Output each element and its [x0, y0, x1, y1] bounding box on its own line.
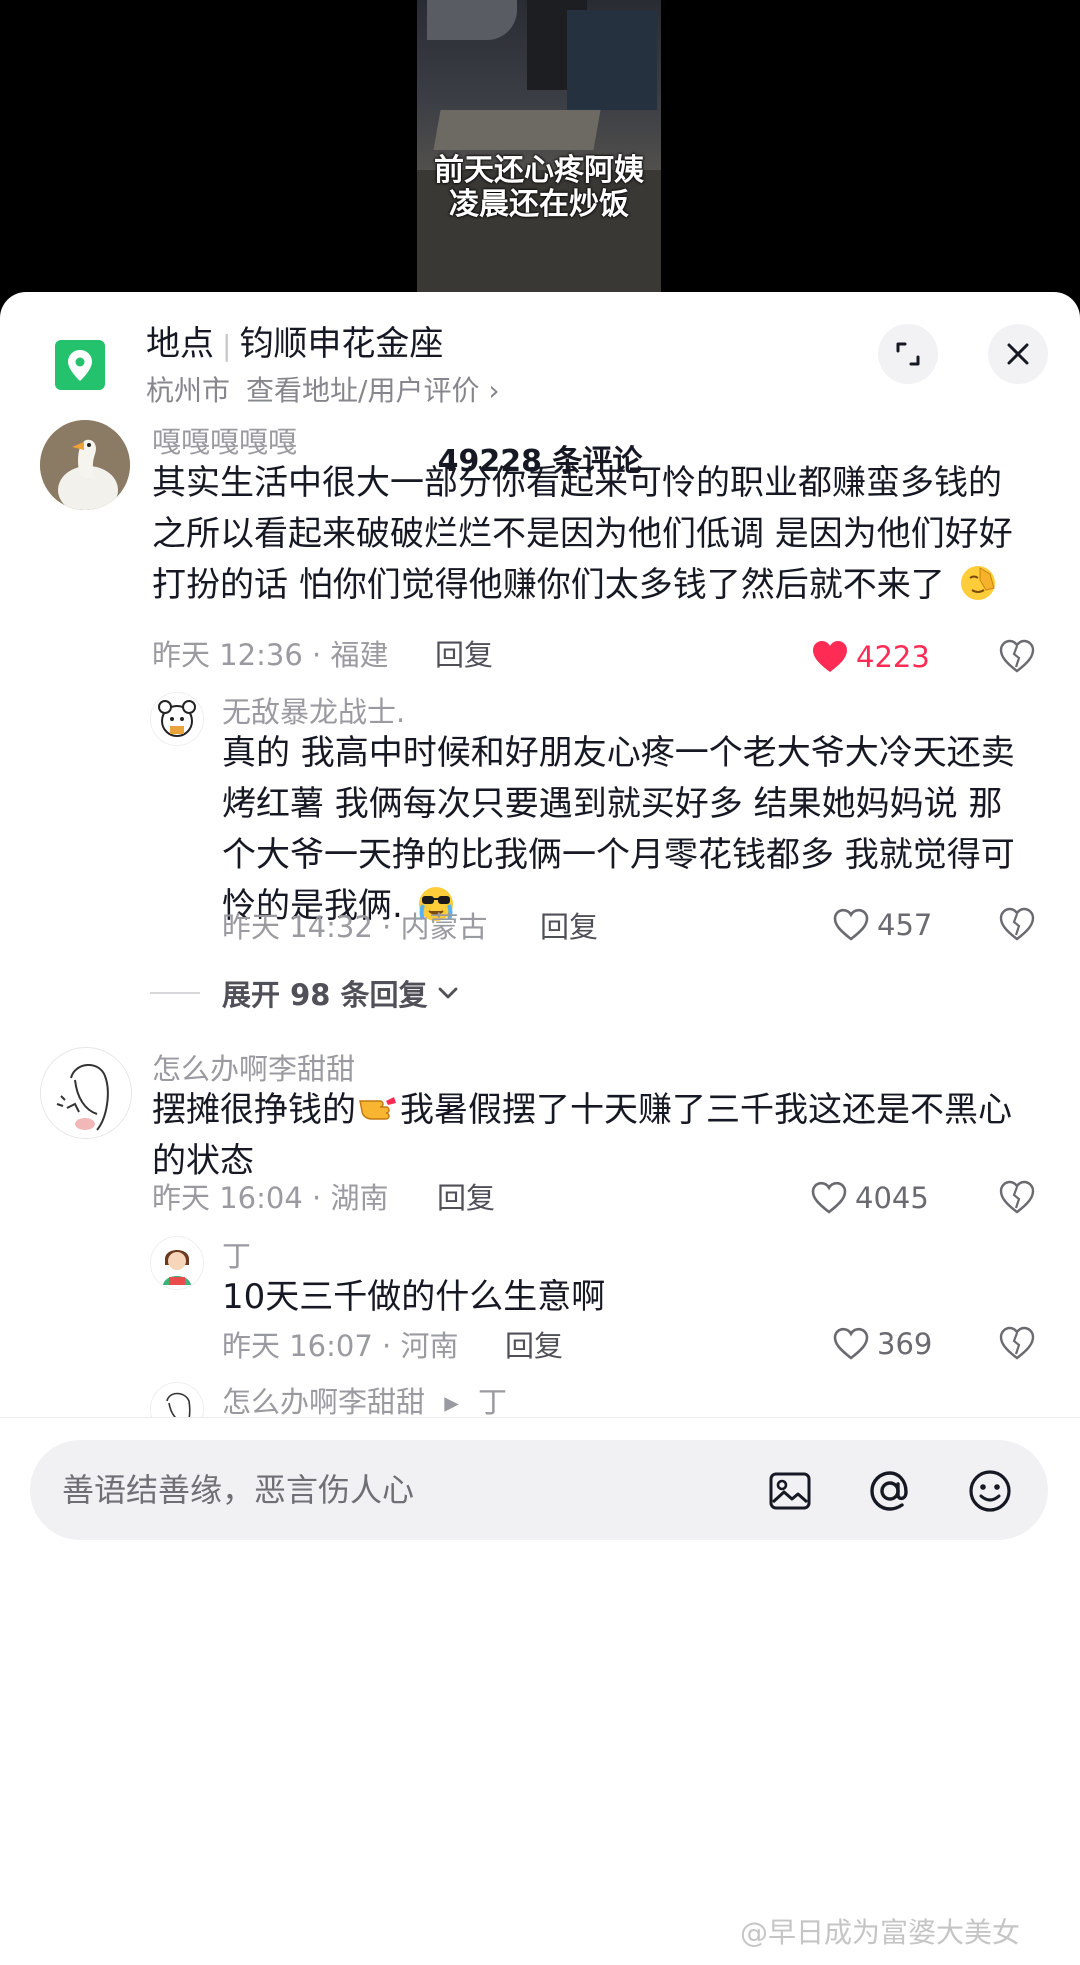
image-icon[interactable]: [765, 1466, 815, 1516]
comment-text-content: 摆摊很挣钱的: [152, 1090, 356, 1130]
divider: [150, 992, 200, 994]
like-count: 457: [877, 908, 933, 942]
like-count: 369: [877, 1327, 933, 1361]
location-city: 杭州市: [146, 374, 231, 407]
video-player[interactable]: 前天还心疼阿姨 凌晨还在炒饭: [417, 0, 661, 300]
at-mention-icon[interactable]: [865, 1466, 915, 1516]
expand-replies-button[interactable]: 展开 98 条回复: [150, 972, 462, 1014]
comment-text: 真的 我高中时候和好朋友心疼一个老大爷大冷天还卖烤红薯 我俩每次只要遇到就买好多…: [222, 728, 1032, 932]
expand-button[interactable]: [878, 324, 938, 384]
comment-username[interactable]: 怎么办啊李甜甜: [152, 1049, 355, 1089]
avatar[interactable]: [150, 692, 204, 746]
expand-replies-label: 展开 98 条回复: [222, 978, 428, 1012]
location-name: 钧顺申花金座: [239, 324, 444, 364]
close-button[interactable]: [988, 324, 1048, 384]
chevron-down-icon: [438, 987, 457, 999]
comment-username[interactable]: 丁: [222, 1236, 251, 1276]
heart-outline-icon: [811, 1181, 847, 1214]
reply-arrow-icon: ▸: [444, 1385, 459, 1419]
divider: |: [222, 329, 232, 362]
reply-button[interactable]: 回复: [505, 1326, 563, 1366]
comment-input-bar: 善语结善缘，恶言伤人心: [0, 1417, 1080, 1965]
comment-username[interactable]: 嘎嘎嘎嘎嘎: [152, 422, 297, 462]
comment-sheet: 地点 | 钧顺申花金座 杭州市 查看地址/用户评价 › 49228 条评论 嘎嘎嘎嘎嘎…: [0, 292, 1080, 1965]
heart-outline-icon: [833, 908, 869, 941]
reply-to-username[interactable]: 丁: [478, 1385, 507, 1419]
expand-icon: [896, 342, 920, 366]
pointing-hand-emoji-icon: [359, 1097, 396, 1120]
comment-username[interactable]: 无敌暴龙战士.: [222, 692, 405, 732]
dislike-heart-icon[interactable]: [999, 1180, 1035, 1216]
like-button[interactable]: 369: [833, 1324, 932, 1364]
comment-text: 摆摊很挣钱的 我暑假摆了十天赚了三千我这还是不黑心的状态: [152, 1085, 1032, 1187]
comment-text: 10天三千做的什么生意啊: [222, 1277, 606, 1317]
location-pin-icon: [55, 340, 105, 390]
comment-input[interactable]: 善语结善缘，恶言伤人心: [30, 1440, 1048, 1540]
comment-text-content: 真的 我高中时候和好朋友心疼一个老大爷大冷天还卖烤红薯 我俩每次只要遇到就买好多…: [222, 733, 1015, 926]
avatar[interactable]: [40, 1047, 132, 1139]
comment-meta: 昨天 14:32 · 内蒙古: [222, 910, 488, 944]
video-background-shape: [567, 10, 657, 110]
location-subtitle[interactable]: 杭州市 查看地址/用户评价 ›: [146, 372, 500, 410]
emoji-icon[interactable]: [965, 1466, 1015, 1516]
facepalm-emoji-icon: [960, 566, 995, 600]
like-button[interactable]: 457: [833, 905, 932, 945]
comment-text: 其实生活中很大一部分你看起来可怜的职业都赚蛮多钱的 之所以看起来破破烂烂不是因为…: [152, 458, 1032, 611]
comment-meta: 昨天 12:36 · 福建: [152, 638, 389, 672]
avatar[interactable]: [40, 420, 130, 510]
reply-button[interactable]: 回复: [437, 1178, 495, 1218]
comment-text-content: 其实生活中很大一部分你看起来可怜的职业都赚蛮多钱的 之所以看起来破破烂烂不是因为…: [152, 463, 1013, 605]
heart-outline-icon: [833, 1327, 869, 1360]
like-button[interactable]: 4045: [811, 1178, 929, 1218]
location-link[interactable]: 查看地址/用户评价 ›: [246, 374, 500, 407]
reply-button[interactable]: 回复: [540, 907, 598, 947]
video-caption-line: 凌晨还在炒饭: [449, 187, 629, 222]
dislike-heart-icon[interactable]: [999, 1326, 1035, 1362]
watermark: @早日成为富婆大美女: [740, 1916, 1021, 1949]
video-caption-line: 前天还心疼阿姨: [434, 153, 644, 188]
like-count: 4223: [856, 640, 930, 674]
comment-meta: 昨天 16:07 · 河南: [222, 1329, 459, 1363]
dislike-heart-icon[interactable]: [999, 907, 1035, 943]
location-label: 地点: [146, 324, 214, 364]
video-caption: 前天还心疼阿姨 凌晨还在炒饭: [417, 154, 661, 222]
reply-button[interactable]: 回复: [435, 635, 493, 675]
video-background-shape: [433, 110, 601, 150]
reply-thread-header: 怎么办啊李甜甜 ▸ 丁: [222, 1382, 507, 1422]
like-button[interactable]: 4223: [812, 637, 930, 677]
comment-meta: 昨天 16:04 · 湖南: [152, 1181, 389, 1215]
video-background-shape: [427, 0, 517, 40]
avatar[interactable]: [150, 1236, 204, 1290]
dislike-heart-icon[interactable]: [999, 639, 1035, 675]
like-count: 4045: [855, 1181, 929, 1215]
heart-filled-icon: [813, 641, 847, 672]
close-icon: [1007, 343, 1029, 365]
comment-input-placeholder: 善语结善缘，恶言伤人心: [62, 1471, 415, 1509]
location-title[interactable]: 地点 | 钧顺申花金座: [146, 322, 443, 368]
comment-username[interactable]: 怎么办啊李甜甜: [222, 1385, 425, 1419]
